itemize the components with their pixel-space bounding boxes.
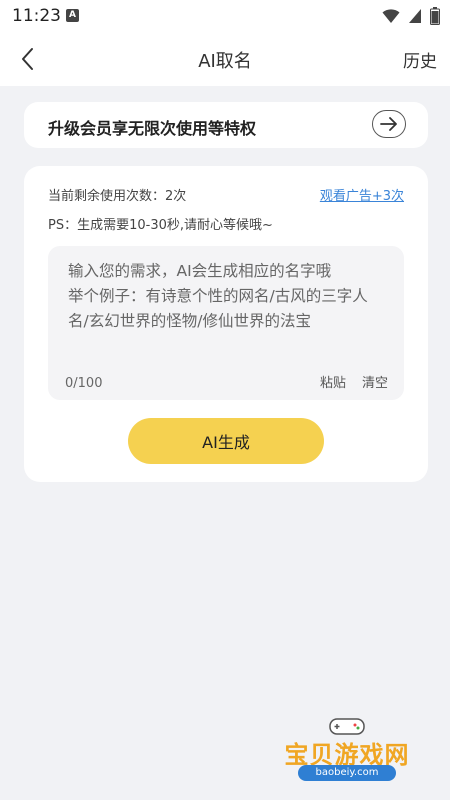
battery-icon [430,7,440,25]
status-bar: 11:23 A [0,0,450,32]
gamepad-icon [329,718,365,735]
requirement-input[interactable]: 输入您的需求，AI会生成相应的名字哦 举个例子：有诗意个性的网名/古风的三字人名… [48,246,404,400]
char-counter: 0/100 [65,376,103,391]
page-title: AI取名 [198,51,252,72]
clear-button[interactable]: 清空 [362,372,388,391]
ai-generate-button[interactable]: AI生成 [128,418,324,464]
wifi-icon [382,9,400,23]
status-time: 11:23 [12,6,61,26]
signal-icon [409,9,421,23]
status-icons [382,7,440,25]
vip-upgrade-banner[interactable]: 升级会员享无限次使用等特权 [24,102,428,148]
watermark-url: baobeiy.com [298,765,396,781]
watermark-logo: 宝贝游戏网 baobeiy.com [272,710,422,781]
input-placeholder: 输入您的需求，AI会生成相应的名字哦 举个例子：有诗意个性的网名/古风的三字人名… [68,262,368,330]
ps-note: PS：生成需要10-30秒,请耐心等候哦~ [48,218,273,233]
arrow-right-icon [380,117,397,131]
vip-banner-text: 升级会员享无限次使用等特权 [48,119,257,138]
remaining-uses-text: 当前剩余使用次数：2次 [48,189,187,204]
watch-ad-link[interactable]: 观看广告+3次 [320,185,404,204]
ai-naming-card: 当前剩余使用次数：2次 观看广告+3次 PS：生成需要10-30秒,请耐心等候哦… [24,166,428,482]
paste-button[interactable]: 粘贴 [320,372,346,391]
top-app-bar: AI取名 历史 [0,32,450,86]
history-button[interactable]: 历史 [403,47,437,72]
vip-arrow-button[interactable] [372,110,406,138]
notification-icon: A [66,9,79,22]
